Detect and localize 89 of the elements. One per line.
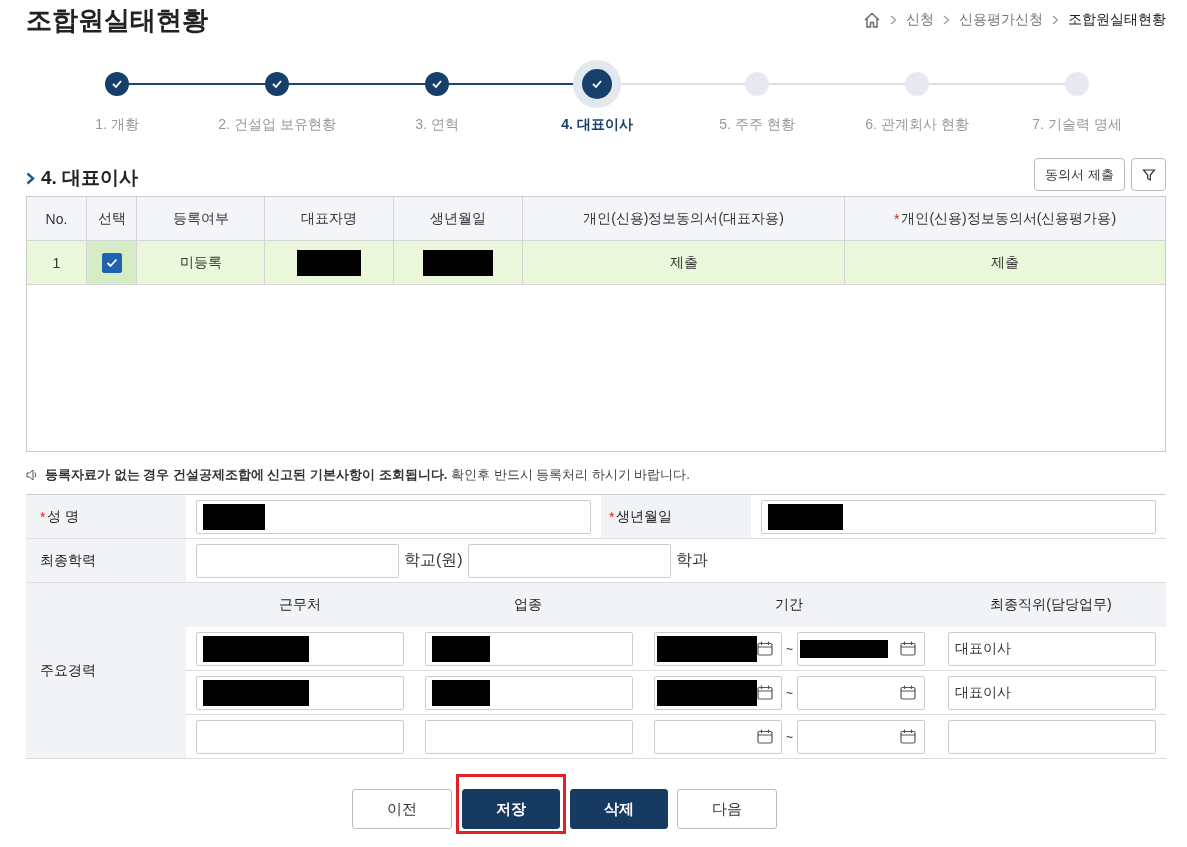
step-label: 5. 주주 현황 [719, 116, 795, 134]
breadcrumb-link[interactable]: 조합원실태현황 [1068, 11, 1166, 29]
column-header: 업종 [513, 595, 543, 614]
required-mark: * [893, 210, 900, 227]
range-separator: ~ [786, 641, 793, 656]
table-cell-text: 제출 [990, 252, 1020, 272]
check-icon [111, 79, 123, 89]
date-field[interactable] [654, 719, 782, 754]
input-field[interactable] [425, 719, 633, 754]
chevron-icon [890, 15, 897, 25]
redaction-block [432, 635, 490, 662]
required-mark: * [40, 508, 46, 525]
column-header: 기간 [774, 595, 804, 614]
date-field[interactable] [797, 675, 925, 710]
step-label: 2. 건설업 보유현황 [218, 116, 336, 134]
redaction-block [432, 679, 490, 706]
input-field[interactable] [948, 719, 1156, 754]
page-title: 조합원실태현황 [26, 3, 208, 37]
redaction-block [423, 249, 493, 276]
breadcrumb-link[interactable]: 신용평가신청 [959, 11, 1043, 29]
input-field[interactable]: 대표이사 [948, 631, 1156, 666]
input-field[interactable] [196, 499, 591, 534]
column-header: 근무처 [278, 595, 322, 614]
column-header: 대표자명 [265, 197, 394, 240]
chevron-icon [943, 15, 950, 25]
field-suffix: 학교(원) [404, 550, 463, 570]
check-icon [431, 79, 443, 89]
field-label: 주요경력 [26, 583, 186, 758]
input-field[interactable] [196, 631, 404, 666]
breadcrumb-link[interactable]: 신청 [906, 11, 934, 29]
action-button[interactable]: 이전 [351, 789, 452, 829]
step-label: 3. 연혁 [415, 116, 459, 134]
table-cell: 제출 [523, 241, 845, 284]
field-label: 성 명 [47, 507, 80, 526]
notice-text: 등록자료가 없는 경우 건설공제조합에 신고된 기본사항이 조회됩니다. 확인후 반드시 등록처리 하시기 바랍니다. [45, 466, 690, 484]
chevron-icon [26, 171, 35, 185]
field-label: 생년월일 [616, 507, 673, 526]
speaker-icon [26, 469, 39, 481]
input-field[interactable] [761, 499, 1156, 534]
check-icon [591, 79, 603, 89]
table-row[interactable]: 1 미등록 제출 제출 [27, 241, 1165, 285]
step-label: 4. 대표이사 [561, 116, 633, 134]
date-field[interactable] [797, 719, 925, 754]
column-header: 최종직위(담당업무) [989, 595, 1113, 614]
step-label: 6. 관계회사 현황 [865, 116, 969, 134]
column-header: *개인(신용)정보동의서(신용평가용) [892, 208, 1118, 229]
check-icon [271, 79, 283, 89]
action-button[interactable]: 삭제 [569, 789, 668, 829]
field-suffix: 학과 [675, 550, 708, 570]
filter-button[interactable] [1131, 158, 1166, 191]
calendar-icon[interactable] [900, 685, 916, 700]
input-field[interactable] [196, 719, 404, 754]
step-label: 1. 개황 [95, 116, 139, 134]
column-header: 개인(신용)정보동의서(대표자용) [523, 197, 845, 240]
input-field[interactable] [196, 543, 399, 578]
range-separator: ~ [786, 685, 793, 700]
calendar-icon[interactable] [757, 729, 773, 744]
chevron-icon [1052, 15, 1059, 25]
filter-icon [1141, 167, 1156, 182]
input-field[interactable]: 대표이사 [948, 675, 1156, 710]
check-icon [105, 257, 118, 268]
section-title: 4. 대표이사 [41, 166, 139, 190]
column-header: 선택 [87, 197, 137, 240]
checkbox[interactable] [101, 252, 122, 273]
action-button[interactable]: 저장 [461, 789, 560, 829]
date-field[interactable] [654, 675, 782, 710]
action-button[interactable]: 다음 [676, 789, 777, 829]
date-field[interactable] [654, 631, 782, 666]
calendar-icon[interactable] [900, 641, 916, 656]
input-field[interactable] [467, 543, 671, 578]
input-field[interactable] [196, 675, 404, 710]
step-label: 7. 기술력 명세 [1032, 116, 1122, 134]
table-cell: 미등록 [137, 241, 265, 284]
home-icon[interactable] [863, 12, 881, 28]
field-label: 최종학력 [26, 539, 186, 582]
calendar-icon[interactable] [900, 729, 916, 744]
redaction-block [297, 249, 361, 276]
column-header: 등록여부 [137, 197, 265, 240]
redaction-block [203, 503, 265, 530]
range-separator: ~ [786, 729, 793, 744]
date-field[interactable] [797, 631, 925, 666]
calendar-icon[interactable] [757, 641, 773, 656]
column-header: 생년월일 [394, 197, 523, 240]
required-mark: * [609, 508, 615, 525]
column-header: No. [27, 197, 87, 240]
consent-submit-button[interactable]: 동의서 제출 [1034, 158, 1125, 191]
calendar-icon[interactable] [757, 685, 773, 700]
input-field[interactable] [425, 631, 633, 666]
input-field[interactable] [425, 675, 633, 710]
